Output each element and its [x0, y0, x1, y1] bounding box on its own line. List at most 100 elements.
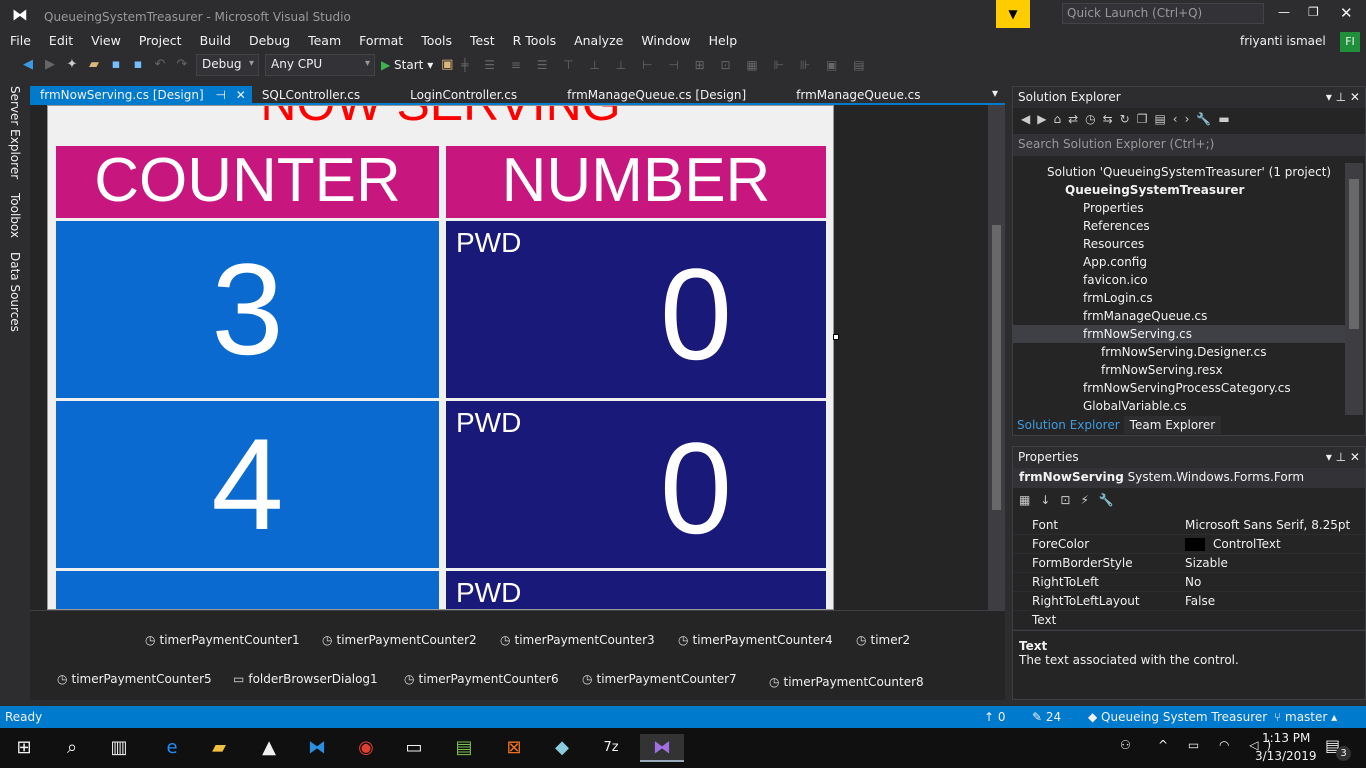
close-button[interactable]: ✕ — [1340, 4, 1353, 22]
menu-window[interactable]: Window — [631, 30, 698, 52]
user-name[interactable]: friyanti ismael — [1240, 34, 1326, 48]
branch-name[interactable]: ⑂ master ▴ — [1274, 706, 1337, 728]
edge-icon[interactable]: e — [158, 734, 186, 762]
property-row[interactable]: RightToLeft No — [1013, 573, 1365, 592]
property-row[interactable]: FormBorderStyle Sizable — [1013, 554, 1365, 573]
menu-test[interactable]: Test — [460, 30, 503, 52]
panel-controls-icon[interactable]: ▾ ⊥ ✕ — [1326, 90, 1360, 105]
tree-item[interactable]: frmNowServing.Designer.cs — [1013, 343, 1345, 361]
find-icon[interactable]: ▣ — [439, 57, 455, 73]
start-windows-icon[interactable]: ⊞ — [10, 734, 38, 762]
tab-overflow-icon[interactable]: ▾ — [992, 86, 998, 100]
panel-controls-icon[interactable]: ▾ ⊥ ✕ — [1326, 450, 1360, 465]
tree-item[interactable]: Solution 'QueueingSystemTreasurer' (1 pr… — [1013, 163, 1345, 181]
open-file-icon[interactable]: ▰ — [86, 57, 102, 73]
search-icon[interactable]: ⌕ — [58, 734, 86, 762]
tray-component[interactable]: ◷ timerPaymentCounter5 — [57, 672, 212, 686]
tab-team-explorer[interactable]: Team Explorer — [1123, 416, 1222, 434]
save-all-icon[interactable]: ▪ — [130, 57, 146, 73]
tray-component[interactable]: ◷ timerPaymentCounter1 — [145, 633, 300, 647]
tree-item[interactable]: References — [1013, 217, 1345, 235]
menu-analyze[interactable]: Analyze — [564, 30, 631, 52]
7zip-icon[interactable]: 7z — [597, 734, 625, 762]
redo-icon[interactable]: ↷ — [174, 57, 190, 73]
property-row[interactable]: Text — [1013, 611, 1365, 630]
task-view-icon[interactable]: ▥ — [105, 734, 133, 762]
layout-tools-icon[interactable]: ╪ ☰ ≡ ☰ ⊤ ⊥ ⊥ ⊢ ⊣ ⊞ ⊡ ▦ ⊩ ⊪ ▣ ▤ — [461, 58, 870, 72]
xampp-icon[interactable]: ⊠ — [500, 734, 528, 762]
notepadpp-icon[interactable]: ▤ — [450, 734, 478, 762]
visual-studio-icon[interactable]: ⧓ — [640, 734, 684, 762]
menu-debug[interactable]: Debug — [239, 30, 298, 52]
repo-name[interactable]: ◆ Queueing System Treasurer — [1088, 706, 1267, 728]
number-cell[interactable]: PWD — [446, 571, 826, 609]
form-now-serving[interactable]: NOW SERVING COUNTER NUMBER 3 PWD 0 4 PWD… — [47, 105, 834, 610]
quick-launch-input[interactable]: Quick Launch (Ctrl+Q) — [1062, 3, 1264, 24]
number-cell[interactable]: PWD 0 — [446, 401, 826, 568]
menu-project[interactable]: Project — [129, 30, 190, 52]
chrome-icon[interactable]: ◉ — [352, 734, 380, 762]
designer-scrollbar[interactable] — [988, 105, 1005, 610]
tree-item[interactable]: Resources — [1013, 235, 1345, 253]
minimize-button[interactable]: — — [1278, 5, 1290, 19]
header-counter[interactable]: COUNTER — [56, 146, 439, 218]
menu-view[interactable]: View — [81, 30, 129, 52]
tree-item[interactable]: frmManageQueue.cs — [1013, 307, 1345, 325]
cmd-icon[interactable]: ▭ — [400, 734, 428, 762]
menu-format[interactable]: Format — [349, 30, 411, 52]
tree-item[interactable]: frmLogin.cs — [1013, 289, 1345, 307]
tree-item[interactable]: QueueingSystemTreasurer — [1013, 181, 1345, 199]
object-selector[interactable]: frmNowServing System.Windows.Forms.Form — [1013, 468, 1365, 488]
menu-team[interactable]: Team — [298, 30, 349, 52]
menu-file[interactable]: File — [0, 30, 39, 52]
number-cell[interactable]: PWD 0 — [446, 221, 826, 398]
start-button[interactable]: ▶ Start ▾ — [381, 58, 433, 72]
vscode-icon[interactable]: ⧓ — [303, 734, 331, 762]
tray-component[interactable]: ◷ timer2 — [856, 633, 910, 647]
resize-handle[interactable] — [833, 334, 839, 340]
property-row[interactable]: RightToLeftLayout False — [1013, 592, 1365, 611]
se-search-input[interactable]: Search Solution Explorer (Ctrl+;) — [1013, 134, 1365, 156]
menu-tools[interactable]: Tools — [411, 30, 460, 52]
platform-dropdown[interactable]: Any CPU — [265, 54, 375, 76]
feedback-flag-icon[interactable]: ▼ — [996, 0, 1030, 28]
pin-icon[interactable]: ⊣ — [215, 88, 225, 102]
counter-cell[interactable] — [56, 571, 439, 609]
clock-time[interactable]: 1:13 PM — [1262, 731, 1310, 745]
clock-date[interactable]: 3/13/2019 — [1255, 749, 1317, 763]
tree-item[interactable]: App.config — [1013, 253, 1345, 271]
tray-component[interactable]: ◷ timerPaymentCounter4 — [678, 633, 833, 647]
pending-changes[interactable]: ✎ 24 — [1032, 706, 1061, 728]
server-explorer-tab[interactable]: Server Explorer — [8, 86, 22, 179]
tray-component[interactable]: ◷ timerPaymentCounter7 — [582, 672, 737, 686]
push-count[interactable]: ↑ 0 — [984, 706, 1006, 728]
file-explorer-icon[interactable]: ▰ — [205, 734, 233, 762]
tab-sqlcontroller[interactable]: SQLController.cs — [252, 86, 370, 103]
tray-component[interactable]: ◷ timerPaymentCounter2 — [322, 633, 477, 647]
tray-component[interactable]: ◷ timerPaymentCounter6 — [404, 672, 559, 686]
tree-item[interactable]: Properties — [1013, 199, 1345, 217]
maximize-button[interactable]: ❐ — [1308, 5, 1319, 19]
tab-solution-explorer[interactable]: Solution Explorer — [1013, 416, 1124, 434]
tree-item[interactable]: frmNowServing.resx — [1013, 361, 1345, 379]
menu-help[interactable]: Help — [699, 30, 746, 52]
header-number[interactable]: NUMBER — [446, 146, 826, 218]
new-project-icon[interactable]: ✦ — [64, 57, 80, 73]
data-sources-tab[interactable]: Data Sources — [8, 252, 22, 332]
back-icon[interactable]: ◀ — [20, 57, 36, 73]
tree-item[interactable]: frmNowServingProcessCategory.cs — [1013, 379, 1345, 397]
tree-item-selected[interactable]: frmNowServing.cs — [1013, 325, 1345, 343]
property-row[interactable]: ForeColor ControlText — [1013, 535, 1365, 554]
forward-icon[interactable]: ▶ — [42, 57, 58, 73]
tab-frmnowserving-design[interactable]: frmNowServing.cs [Design] ⊣ ✕ — [30, 86, 252, 103]
avatar[interactable]: FI — [1340, 32, 1360, 52]
menu-edit[interactable]: Edit — [39, 30, 81, 52]
tab-frmmanagequeue[interactable]: frmManageQueue.cs — [786, 86, 930, 103]
form-title[interactable]: NOW SERVING — [48, 106, 833, 132]
people-icon[interactable]: ⚇ — [1120, 738, 1131, 752]
counter-cell[interactable]: 4 — [56, 401, 439, 568]
tab-frmmanagequeue-design[interactable]: frmManageQueue.cs [Design] — [557, 86, 756, 103]
tree-item[interactable]: GlobalVariable.cs — [1013, 397, 1345, 415]
tray-component[interactable]: ◷ timerPaymentCounter8 — [769, 675, 924, 689]
menu-rtools[interactable]: R Tools — [503, 30, 564, 52]
